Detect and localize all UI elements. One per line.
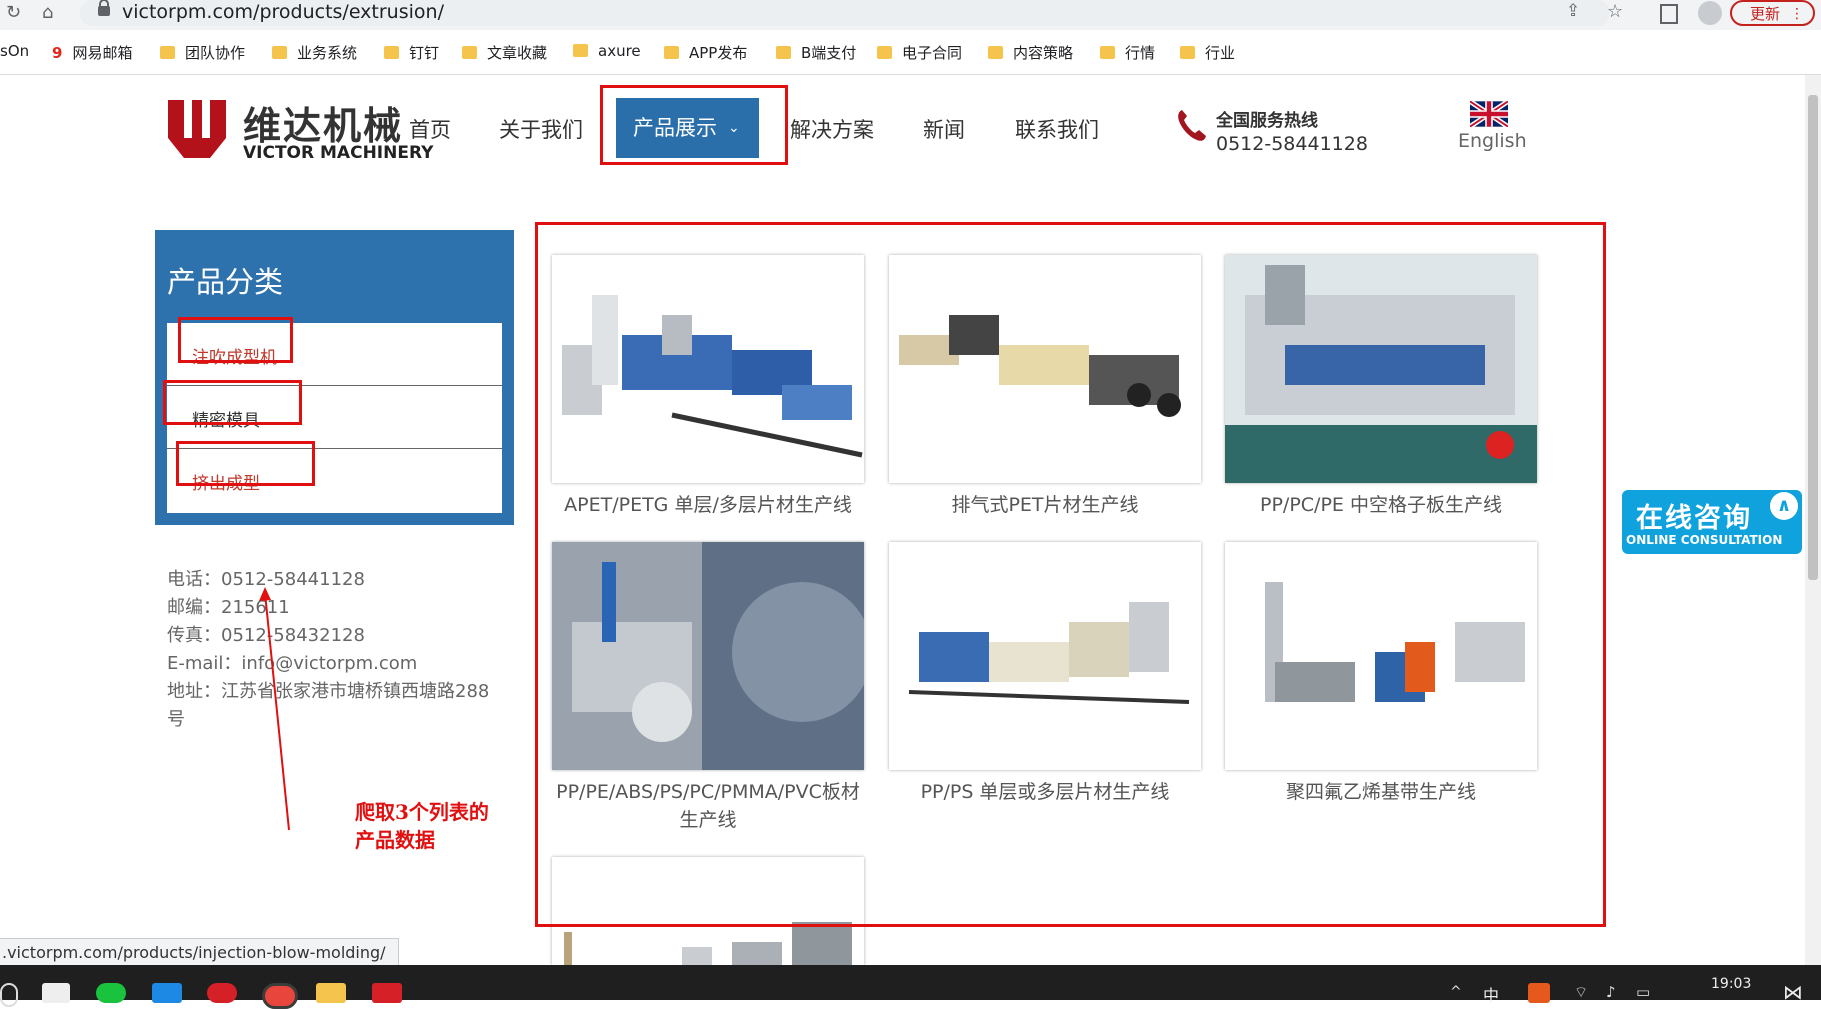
bookmark-item[interactable]: axure	[573, 42, 641, 60]
browser-toolbar: ↻ ⌂ victorpm.com/products/extrusion/ ⇪ ☆…	[0, 0, 1821, 30]
battery-icon[interactable]: ▭	[1636, 983, 1650, 1001]
bookmark-item[interactable]: B端支付	[776, 42, 856, 63]
folder-icon	[776, 46, 791, 59]
profile-avatar[interactable]	[1698, 1, 1722, 25]
folder-icon	[1180, 46, 1195, 59]
scrollbar-thumb[interactable]	[1808, 95, 1818, 580]
link-status-bar: .victorpm.com/products/injection-blow-mo…	[0, 938, 399, 967]
bookmark-item[interactable]: APP发布	[664, 42, 747, 63]
annotation-text: 爬取3个列表的 产品数据	[355, 800, 489, 852]
nav-home[interactable]: 首页	[409, 114, 451, 144]
lock-icon[interactable]	[98, 0, 110, 16]
folder-icon	[664, 46, 679, 59]
uk-flag-icon[interactable]	[1470, 101, 1508, 127]
clock-time[interactable]: 19:03	[1711, 976, 1751, 992]
folder-icon	[462, 46, 477, 59]
side-panel-icon[interactable]	[1660, 4, 1678, 24]
wifi-icon[interactable]: ⌔	[1574, 983, 1588, 1002]
bookmark-item[interactable]: 行情	[1100, 42, 1155, 63]
folder-icon	[988, 46, 1003, 59]
bookmark-item[interactable]: sOn	[0, 42, 29, 60]
wps-icon[interactable]	[372, 983, 402, 1003]
bookmark-item[interactable]: 9 网易邮箱	[52, 42, 132, 63]
nav-news[interactable]: 新闻	[923, 114, 965, 144]
nav-about[interactable]: 关于我们	[499, 114, 583, 144]
sogou-icon[interactable]	[1528, 983, 1550, 1003]
bookmark-item[interactable]: 团队协作	[160, 42, 245, 63]
hotline-title: 全国服务热线	[1216, 111, 1318, 131]
contact-address-cont: 号	[167, 709, 185, 730]
language-switch[interactable]: English	[1458, 130, 1527, 152]
phone-icon	[1178, 110, 1206, 141]
notification-icon[interactable]: ⋈	[1783, 980, 1803, 1004]
bookmarks-bar: sOn 9 网易邮箱 团队协作 业务系统 钉钉 文章收藏 axure APP发布 …	[0, 30, 1821, 75]
folder-icon	[573, 44, 588, 57]
reload-icon[interactable]: ↻	[6, 2, 21, 23]
address-bar[interactable]: victorpm.com/products/extrusion/ ⇪	[80, 0, 1610, 26]
share-icon[interactable]: ⇪	[1566, 1, 1580, 21]
bookmark-item[interactable]: 内容策略	[988, 42, 1073, 63]
chat-icon: ∧	[1770, 492, 1798, 520]
netease-icon: 9	[52, 44, 63, 62]
folder-icon	[1100, 46, 1115, 59]
wechat-icon[interactable]	[96, 983, 126, 1003]
victor-logo-icon[interactable]	[166, 98, 228, 160]
search-icon[interactable]	[0, 983, 18, 1007]
nav-contact[interactable]: 联系我们	[1015, 114, 1099, 144]
logo-chinese-name[interactable]: 维达机械	[243, 95, 403, 150]
dingtalk-icon[interactable]	[152, 983, 182, 1003]
bookmark-item[interactable]: 行业	[1180, 42, 1235, 63]
file-explorer-icon[interactable]	[316, 983, 346, 1003]
nav-solutions[interactable]: 解决方案	[790, 114, 874, 144]
annotation-arrow	[259, 587, 290, 831]
ime-indicator[interactable]: 中	[1483, 982, 1499, 1006]
highlight-category-3	[176, 441, 315, 486]
menu-dots-icon[interactable]: ⋮	[1790, 6, 1804, 22]
folder-icon	[384, 46, 399, 59]
folder-icon	[877, 46, 892, 59]
highlight-category-1	[178, 317, 293, 363]
bookmark-star-icon[interactable]: ☆	[1607, 1, 1623, 22]
highlight-product-grid	[535, 222, 1606, 927]
netease-music-icon[interactable]	[207, 983, 237, 1003]
contact-address: 地址：江苏省张家港市塘桥镇西塘路288	[167, 681, 490, 702]
bookmark-item[interactable]: 电子合同	[877, 42, 962, 63]
chrome-icon[interactable]	[262, 983, 298, 1009]
hotline-number: 0512-58441128	[1216, 133, 1368, 155]
url-text: victorpm.com/products/extrusion/	[122, 1, 444, 23]
folder-icon	[272, 46, 287, 59]
bookmark-item[interactable]: 文章收藏	[462, 42, 547, 63]
volume-icon[interactable]: ♪	[1606, 983, 1616, 1001]
logo-english-name[interactable]: VICTOR MACHINERY	[243, 143, 433, 163]
task-view-icon[interactable]	[42, 983, 70, 1003]
home-icon[interactable]: ⌂	[42, 2, 53, 23]
highlight-products-nav	[600, 85, 788, 165]
folder-icon	[160, 46, 175, 59]
bookmark-item[interactable]: 钉钉	[384, 42, 439, 63]
chevron-up-icon[interactable]: ^	[1450, 984, 1462, 1000]
highlight-category-2	[163, 380, 302, 425]
bookmark-item[interactable]: 业务系统	[272, 42, 357, 63]
category-title: 产品分类	[167, 265, 284, 299]
online-consultation-button[interactable]: 在线咨询 ONLINE CONSULTATION ∧	[1622, 490, 1802, 554]
